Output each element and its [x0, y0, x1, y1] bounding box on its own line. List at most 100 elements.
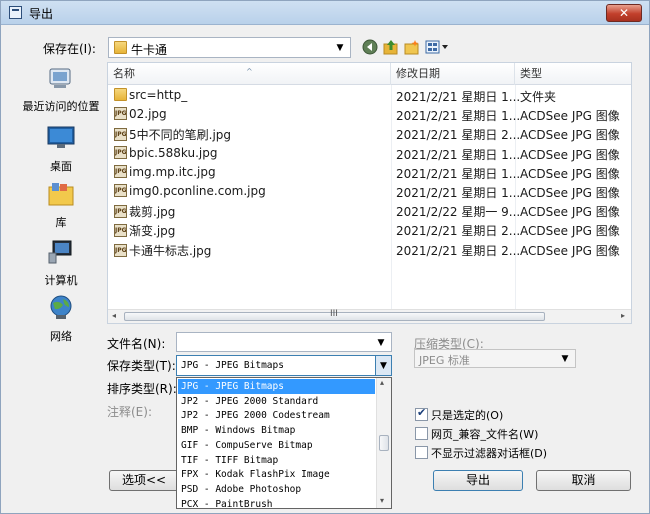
scroll-down-icon[interactable]: ▾ [380, 496, 384, 505]
new-folder-icon[interactable] [404, 39, 420, 55]
jpg-file-icon: JPG [114, 107, 127, 121]
chevron-down-icon[interactable]: ▼ [558, 350, 572, 367]
file-date: 2021/2/21 星期日 1... [396, 186, 521, 200]
jpg-file-icon: JPG [114, 145, 127, 159]
file-type: ACDSee JPG 图像 [520, 109, 620, 124]
file-row[interactable]: src=http_ 2021/2/21 星期日 1... 文件夹 [108, 86, 631, 105]
file-row[interactable]: JPG 渐变.jpg 2021/2/21 星期日 2... ACDSee JPG 图像 [108, 220, 631, 239]
file-row[interactable]: JPG img.mp.itc.jpg 2021/2/21 星期日 1... ACDSe… [108, 163, 631, 182]
dropdown-option[interactable]: FPX - Kodak FlashPix Image [178, 467, 375, 482]
chevron-down-icon[interactable]: ▼ [374, 333, 388, 351]
note-label: 注释(E): [107, 405, 152, 419]
hide-filter-dialog-checkbox[interactable] [415, 446, 428, 459]
dropdown-option[interactable]: JP2 - JPEG 2000 Codestream [178, 408, 375, 423]
dropdown-scrollbar[interactable]: ▴ ▾ [376, 378, 391, 508]
save-type-dropdown[interactable]: JPG - JPEG Bitmaps JP2 - JPEG 2000 Standa… [176, 377, 392, 512]
file-type: ACDSee JPG 图像 [520, 166, 620, 181]
file-row[interactable]: JPG 卡通牛标志.jpg 2021/2/21 星期日 2... ACDSee JPG… [108, 240, 631, 259]
dropdown-option[interactable]: PCX - PaintBrush [178, 497, 375, 512]
sort-ascending-icon: ^ [246, 67, 253, 76]
jpg-file-icon: JPG [114, 164, 127, 178]
up-folder-icon[interactable] [383, 39, 399, 55]
file-row[interactable]: JPG 裁剪.jpg 2021/2/22 星期一 9... ACDSee JPG 图像 [108, 201, 631, 220]
back-icon[interactable] [362, 39, 378, 55]
place-network[interactable]: 网络 [16, 295, 106, 344]
save-type-label: 保存类型(T): [107, 359, 176, 373]
column-header-date[interactable]: 修改日期 [391, 63, 515, 85]
file-date: 2021/2/22 星期一 9... [396, 205, 521, 220]
file-row[interactable]: JPG 02.jpg 2021/2/21 星期日 1... ACDSee JPG 图像 [108, 105, 631, 124]
file-type: ACDSee JPG 图像 [520, 224, 620, 239]
file-name: JPG img0.pconline.com.jpg [114, 184, 266, 198]
libraries-icon [48, 183, 74, 206]
file-type: ACDSee JPG 图像 [520, 205, 620, 220]
options-button[interactable]: 选项<< [109, 470, 179, 491]
file-list[interactable]: 名称 ^ 修改日期 类型 src=http_ 2021/2/21 星期日 1...… [107, 62, 632, 324]
jpg-file-icon: JPG [114, 243, 127, 257]
scroll-right-icon[interactable]: ▸ [621, 311, 625, 320]
file-date: 2021/2/21 星期日 1... [396, 109, 521, 124]
web-compatible-label: 网页_兼容_文件名(W) [431, 428, 539, 441]
file-type: ACDSee JPG 图像 [520, 186, 620, 200]
file-name: JPG 裁剪.jpg [114, 205, 176, 220]
only-selected-checkbox[interactable] [415, 406, 428, 421]
folder-icon [114, 88, 127, 101]
file-type: ACDSee JPG 图像 [520, 128, 620, 143]
compress-type-select[interactable]: JPEG 标准 ▼ [414, 349, 576, 368]
file-date: 2021/2/21 星期日 2... [396, 243, 521, 258]
folder-icon [114, 41, 127, 54]
hide-filter-dialog-label: 不显示过滤器对话框(D) [431, 447, 548, 460]
place-desktop[interactable]: 桌面 [16, 125, 106, 174]
file-name: JPG 02.jpg [114, 107, 167, 122]
title-bar: 导出 ✕ [1, 1, 649, 25]
only-selected-label: 只是选定的(O) [431, 409, 504, 422]
file-name: src=http_ [114, 88, 187, 102]
save-type-select[interactable]: JPG - JPEG Bitmaps ▼ [176, 355, 392, 376]
file-row[interactable]: JPG bpic.588ku.jpg 2021/2/21 星期日 1... ACDSe… [108, 144, 631, 163]
network-icon [50, 295, 72, 319]
jpg-file-icon: JPG [114, 224, 127, 238]
jpg-file-icon: JPG [114, 128, 127, 142]
file-name: JPG img.mp.itc.jpg [114, 164, 216, 179]
close-button[interactable]: ✕ [606, 4, 642, 22]
chevron-down-icon[interactable]: ▼ [333, 38, 347, 57]
filename-label: 文件名(N): [107, 337, 166, 351]
file-date: 2021/2/21 星期日 2... [396, 224, 521, 239]
file-row[interactable]: JPG img0.pconline.com.jpg 2021/2/21 星期日 1.… [108, 182, 631, 201]
sort-type-label: 排序类型(R): [107, 382, 177, 396]
dropdown-option[interactable]: BMP - Windows Bitmap [178, 423, 375, 438]
dropdown-option[interactable]: PSD - Adobe Photoshop [178, 482, 375, 497]
dropdown-option[interactable]: TIF - TIFF Bitmap [178, 453, 375, 468]
file-date: 2021/2/21 星期日 2... [396, 128, 521, 143]
export-button[interactable]: 导出 [433, 470, 523, 491]
file-date: 2021/2/21 星期日 1... [396, 166, 521, 181]
export-dialog: 导出 ✕ 保存在(I): 牛卡通 ▼ 最近访问的位置 桌面 库 计算机 网络 名… [0, 0, 650, 514]
file-type: ACDSee JPG 图像 [520, 147, 620, 162]
dropdown-option[interactable]: JP2 - JPEG 2000 Standard [178, 394, 375, 409]
place-libraries[interactable]: 库 [16, 181, 106, 230]
scroll-grip: III [330, 309, 338, 319]
recent-places-icon [49, 68, 71, 88]
scroll-up-icon[interactable]: ▴ [380, 378, 384, 387]
place-recent[interactable]: 最近访问的位置 [16, 65, 106, 114]
scroll-left-icon[interactable]: ◂ [112, 311, 116, 320]
save-in-combo[interactable]: 牛卡通 ▼ [108, 37, 351, 58]
dropdown-scroll-thumb[interactable] [379, 435, 389, 451]
column-header-type[interactable]: 类型 [515, 63, 631, 85]
scroll-thumb[interactable]: III [124, 309, 545, 321]
place-computer[interactable]: 计算机 [16, 239, 106, 288]
file-row[interactable]: JPG 5中不同的笔刷.jpg 2021/2/21 星期日 2... ACDSee J… [108, 124, 631, 143]
jpg-file-icon: JPG [114, 184, 127, 197]
places-bar: 最近访问的位置 桌面 库 计算机 网络 [16, 61, 106, 361]
chevron-down-icon[interactable]: ▼ [375, 356, 391, 375]
file-date: 2021/2/21 星期日 1... [396, 90, 521, 104]
save-in-value: 牛卡通 [131, 43, 168, 57]
cancel-button[interactable]: 取消 [536, 470, 631, 491]
dropdown-option[interactable]: GIF - CompuServe Bitmap [178, 438, 375, 453]
filename-input[interactable]: ▼ [176, 332, 392, 352]
web-compatible-checkbox[interactable] [415, 427, 428, 440]
dropdown-option[interactable]: JPG - JPEG Bitmaps [178, 379, 375, 394]
horizontal-scrollbar[interactable]: ◂ III ▸ [108, 309, 631, 323]
column-header-name[interactable]: 名称 ^ [108, 63, 391, 85]
view-menu-icon[interactable] [425, 39, 449, 55]
